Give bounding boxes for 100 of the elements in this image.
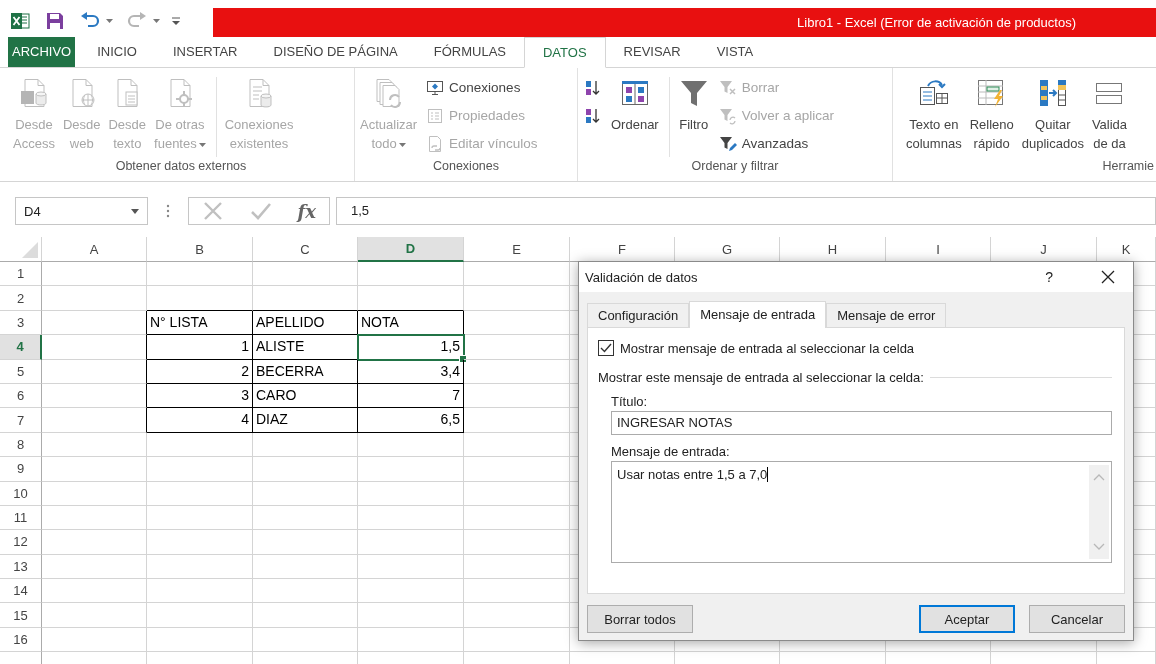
row-header[interactable]: 4 xyxy=(0,335,42,360)
table-cell: 6,5 xyxy=(358,408,464,433)
spreadsheet-logo-icon xyxy=(10,10,30,31)
ribbon-tab[interactable]: INICIO xyxy=(79,37,155,67)
row-header[interactable]: 15 xyxy=(0,603,42,628)
column-header[interactable]: B xyxy=(147,237,253,262)
table-cell: N° LISTA xyxy=(147,310,253,336)
help-button[interactable]: ? xyxy=(1045,269,1053,285)
name-box[interactable]: D4 xyxy=(15,197,148,225)
select-all-button[interactable] xyxy=(22,242,38,258)
table-cell: 7 xyxy=(358,383,464,409)
grid-cell[interactable] xyxy=(42,310,147,336)
dialog-title: Validación de datos xyxy=(585,269,699,285)
undo-icon[interactable] xyxy=(80,11,100,30)
message-field[interactable]: Usar notas entre 1,5 a 7,0 xyxy=(611,461,1112,563)
caret-icon xyxy=(131,208,139,214)
row-header[interactable]: 6 xyxy=(0,383,42,409)
grid-cell[interactable] xyxy=(42,359,147,384)
ribbon-button[interactable]: Texto en columnas xyxy=(903,77,965,157)
caret-icon xyxy=(153,18,160,23)
dialog-tab[interactable]: Configuración xyxy=(587,303,690,327)
row-header[interactable]: 1 xyxy=(0,262,42,287)
ribbon-tab[interactable]: REVISAR xyxy=(605,37,699,67)
list-icon xyxy=(426,106,445,125)
checkbox[interactable] xyxy=(598,340,614,356)
table-cell: DIAZ xyxy=(253,408,358,433)
checkbox-label: Mostrar mensaje de entrada al seleccionar la celda xyxy=(620,340,915,356)
column-header[interactable]: F xyxy=(570,237,675,262)
ribbon-tab[interactable]: VISTA xyxy=(698,37,772,67)
row-header[interactable]: 2 xyxy=(0,286,42,311)
row-header[interactable]: 12 xyxy=(0,530,42,555)
table-cell: 1,5 xyxy=(358,335,464,360)
row-header[interactable]: 8 xyxy=(0,432,42,458)
save-icon[interactable] xyxy=(46,11,64,30)
row-header[interactable]: 11 xyxy=(0,505,42,531)
dialog-tab[interactable]: Mensaje de entrada xyxy=(689,301,827,328)
dialog-button[interactable]: Aceptar xyxy=(919,605,1015,633)
group-label: Obtener datos externos xyxy=(114,159,248,175)
grid-cell[interactable] xyxy=(42,408,147,433)
table-cell: 4 xyxy=(147,408,253,433)
insert-function-button[interactable]: fx xyxy=(297,200,317,222)
row-header[interactable]: 10 xyxy=(0,481,42,506)
ribbon-button[interactable]: Valida de da xyxy=(1088,77,1131,157)
dialog-tab[interactable]: Mensaje de error xyxy=(826,303,947,327)
row-header[interactable]: 13 xyxy=(0,554,42,580)
window-title: Libro1 - Excel (Error de activación de productos) xyxy=(797,15,1076,30)
fill-handle[interactable] xyxy=(459,354,467,363)
ribbon-tab[interactable]: FÓRMULAS xyxy=(415,37,524,67)
field-label: Mensaje de entrada: xyxy=(611,444,731,459)
ribbon-button[interactable]: Quitar duplicados xyxy=(1018,77,1087,157)
table-cell: 3,4 xyxy=(358,359,464,384)
customize-icon[interactable] xyxy=(172,15,180,26)
table-cell: 1 xyxy=(147,335,253,360)
ribbon-tab[interactable]: INSERTAR xyxy=(154,37,256,67)
file-tab[interactable]: ARCHIVO xyxy=(8,37,76,67)
redo-icon[interactable] xyxy=(127,11,147,30)
reapply-filter-icon xyxy=(718,106,737,125)
dialog-button[interactable]: Cancelar xyxy=(1029,605,1125,633)
column-header[interactable]: A xyxy=(42,237,147,262)
column-header[interactable]: E xyxy=(464,237,570,262)
row-header[interactable]: 9 xyxy=(0,457,42,482)
ribbon-button[interactable]: Ordenar xyxy=(608,77,662,157)
column-header[interactable]: C xyxy=(253,237,358,262)
table-cell: NOTA xyxy=(358,310,464,336)
ribbon-button[interactable]: Relleno rápido xyxy=(966,77,1017,157)
field-label: Título: xyxy=(611,394,649,409)
title-field[interactable]: INGRESAR NOTAS xyxy=(611,411,1112,435)
cancel-icon[interactable] xyxy=(201,200,224,222)
caret-icon xyxy=(106,18,113,23)
close-icon[interactable] xyxy=(1101,270,1115,284)
table-cell: ALISTE xyxy=(253,335,358,360)
more-icon xyxy=(166,204,170,218)
advanced-filter-icon xyxy=(718,134,737,153)
ribbon-tab[interactable]: DATOS xyxy=(524,37,606,68)
row-header[interactable]: 3 xyxy=(0,310,42,336)
clear-filter-icon xyxy=(718,78,737,97)
row-header[interactable]: 14 xyxy=(0,579,42,604)
table-cell: 2 xyxy=(147,359,253,384)
section-label: Mostrar este mensaje de entrada al seleccionar la celda: xyxy=(598,370,924,385)
table-cell: CARO xyxy=(253,383,358,409)
chevron-down-icon[interactable] xyxy=(1093,543,1105,551)
dialog-button[interactable]: Borrar todos xyxy=(587,605,693,633)
monitor-icon xyxy=(426,78,445,97)
table-cell: BECERRA xyxy=(253,359,358,384)
formula-field[interactable]: 1,5 xyxy=(336,197,1156,225)
ribbon-button[interactable]: Filtro xyxy=(668,77,713,157)
grid-cell[interactable] xyxy=(42,335,147,360)
ribbon-button[interactable]: Conexiones xyxy=(426,77,538,98)
sort-descending-icon xyxy=(584,106,602,125)
ribbon-tab[interactable]: DISEÑO DE PÁGINA xyxy=(255,37,416,67)
grid-cell[interactable] xyxy=(42,383,147,409)
sort-ascending-icon xyxy=(584,78,602,97)
group-label: Ordenar y filtrar xyxy=(690,159,780,175)
row-header[interactable]: 16 xyxy=(0,627,42,653)
column-header[interactable]: D xyxy=(358,237,464,262)
ribbon-button[interactable]: Avanzadas xyxy=(718,133,834,154)
table-cell: 3 xyxy=(147,383,253,409)
chevron-up-icon[interactable] xyxy=(1093,473,1105,481)
row-header[interactable]: 5 xyxy=(0,359,42,384)
row-header[interactable]: 7 xyxy=(0,408,42,433)
